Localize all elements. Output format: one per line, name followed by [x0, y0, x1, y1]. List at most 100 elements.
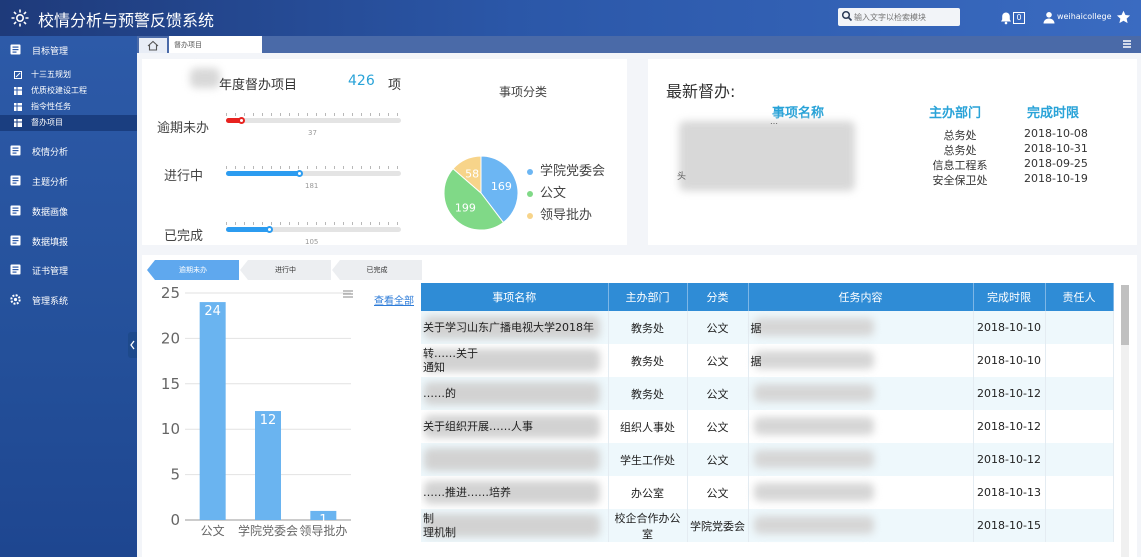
sidebar: 目标管理 十三五规划 优质校建设工程 指令性任务 督办项目 校情分析 主题分析 … — [0, 36, 137, 557]
latest-supervision-panel: 最新督办: 事项名称 主办部门 完成时限 … 头 总务处 2018-10-08 … — [648, 59, 1137, 245]
y-tick-label: 5 — [170, 466, 180, 484]
latest-name-fragment: … — [770, 117, 778, 126]
legend-item[interactable]: 学院党委会 — [527, 160, 605, 179]
sidebar-item-system-management[interactable]: 管理系统 — [0, 289, 137, 311]
row-category: 学院党委会 — [687, 509, 749, 542]
row-name-top: 关于学习山东广播电视大学2018年 — [423, 320, 594, 334]
legend-dot — [527, 168, 533, 175]
done-slider-knob[interactable] — [265, 226, 273, 233]
user-icon[interactable] — [1043, 11, 1055, 24]
y-tick-label: 25 — [161, 284, 180, 302]
latest-row-due: 2018-10-08 — [1024, 127, 1088, 140]
overdue-slider-knob[interactable] — [237, 117, 245, 124]
sidebar-item-certificate-management[interactable]: 证书管理 — [0, 259, 137, 281]
row-name-cell[interactable]: 转……关于 通知 — [421, 344, 609, 377]
row-name-top: ……推进……培养 — [423, 485, 511, 499]
sidebar-item-target-management[interactable]: 目标管理 — [0, 39, 137, 61]
table-header-content[interactable]: 任务内容 — [748, 283, 974, 311]
row-owner — [1045, 311, 1114, 344]
row-name-cell[interactable]: ……的 — [421, 377, 609, 410]
bar[interactable] — [199, 302, 226, 520]
chart-menu-icon[interactable] — [342, 289, 354, 299]
table-header-owner[interactable]: 责任人 — [1045, 283, 1114, 311]
star-icon[interactable] — [1116, 10, 1131, 25]
table-icon — [14, 119, 22, 127]
tab-overdue[interactable]: 逾期未办 — [147, 260, 239, 280]
tab-in-progress[interactable]: 进行中 — [240, 260, 331, 280]
sidebar-subitem-13th-five-year-plan[interactable]: 十三五规划 — [0, 67, 137, 82]
sidebar-item-topic-analysis[interactable]: 主题分析 — [0, 170, 137, 192]
x-tick-label: 领导批办 — [299, 523, 347, 538]
sidebar-subitem-supervision-items[interactable]: 督办项目 — [0, 115, 137, 131]
row-content-cell — [748, 509, 974, 542]
username-label[interactable]: weihaicollege — [1057, 12, 1112, 21]
sidebar-subitem-quality-school-project[interactable]: 优质校建设工程 — [0, 83, 137, 98]
table-icon — [14, 103, 22, 111]
table-row[interactable]: 转……关于 通知 教务处 公文据 2018-10-10 — [421, 344, 1114, 377]
row-name-cell[interactable]: 关于学习山东广播电视大学2018年 — [421, 311, 609, 344]
y-tick-label: 15 — [161, 375, 180, 393]
tab-completed[interactable]: 已完成 — [332, 260, 422, 280]
scrollbar-thumb[interactable] — [1121, 285, 1129, 345]
latest-row-due: 2018-09-25 — [1024, 157, 1088, 170]
table-row[interactable]: 学生工作处 公文 2018-10-12 — [421, 443, 1114, 476]
row-dept: 组织人事处 — [608, 410, 688, 443]
supervision-table: 事项名称 主办部门 分类 任务内容 完成时限 责任人 关于学习山东广播电视大学2… — [421, 283, 1114, 542]
menu-icon[interactable] — [1122, 39, 1132, 49]
overdue-slider[interactable] — [226, 118, 401, 123]
tab-supervision-items[interactable]: 督办项目 — [169, 36, 262, 53]
legend-item[interactable]: 公文 — [527, 182, 566, 201]
table-header-dept[interactable]: 主办部门 — [608, 283, 688, 311]
sidebar-item-data-portrait[interactable]: 数据画像 — [0, 200, 137, 222]
row-name-cell[interactable]: 关于组织开展……人事 — [421, 410, 609, 443]
legend-item[interactable]: 领导批办 — [527, 204, 592, 223]
notification-count-badge[interactable]: 0 — [1013, 12, 1025, 24]
table-header-category[interactable]: 分类 — [687, 283, 749, 311]
legend-label: 领导批办 — [540, 208, 593, 223]
target-icon — [10, 44, 21, 55]
table-row[interactable]: ……的 教务处 公文 2018-10-12 — [421, 377, 1114, 410]
search-box[interactable] — [838, 8, 960, 26]
inprogress-slider-knob[interactable] — [295, 170, 303, 177]
table-scrollbar[interactable] — [1121, 285, 1129, 557]
table-row[interactable]: 制理机制 校企合作办公室 学院党委会 2018-10-15 — [421, 509, 1114, 542]
legend-label: 学院党委会 — [540, 164, 606, 179]
table-header-due[interactable]: 完成时限 — [973, 283, 1046, 311]
home-tab[interactable] — [139, 38, 167, 53]
total-unit: 项 — [388, 78, 402, 93]
sidebar-item-label: 主题分析 — [32, 178, 69, 188]
row-name-cell[interactable]: 制理机制 — [421, 509, 609, 542]
row-category: 公文 — [687, 344, 749, 377]
slider-ticks — [226, 222, 401, 225]
table-header-name[interactable]: 事项名称 — [421, 283, 609, 311]
sidebar-item-school-analysis[interactable]: 校情分析 — [0, 140, 137, 162]
sidebar-item-data-entry[interactable]: 数据填报 — [0, 230, 137, 252]
search-icon[interactable] — [841, 10, 853, 22]
category-pie-chart: 169 199 58 — [443, 155, 519, 231]
row-owner — [1045, 476, 1114, 509]
row-dept: 教务处 — [608, 311, 688, 344]
table-row[interactable]: 关于学习山东广播电视大学2018年 教务处 公文据 2018-10-10 — [421, 311, 1114, 344]
latest-row-due: 2018-10-31 — [1024, 142, 1088, 155]
bell-icon[interactable] — [999, 11, 1013, 25]
row-due: 2018-10-10 — [973, 311, 1046, 344]
sidebar-collapse-button[interactable] — [128, 332, 137, 358]
category-bar-chart: 051015202524公文12学院党委会1领导批办 — [161, 284, 351, 538]
sidebar-subitem-directive-tasks[interactable]: 指令性任务 — [0, 99, 137, 114]
table-row[interactable]: ……推进……培养 办公室 公文 2018-10-13 — [421, 476, 1114, 509]
sidebar-item-label: 证书管理 — [32, 267, 69, 277]
chart-edit-icon — [14, 71, 22, 79]
legend-dot — [527, 190, 533, 197]
certificate-icon — [10, 264, 21, 275]
table-row[interactable]: 关于组织开展……人事 组织人事处 公文 2018-10-12 — [421, 410, 1114, 443]
row-due: 2018-10-12 — [973, 410, 1046, 443]
view-all-link[interactable]: 查看全部 — [374, 292, 414, 307]
y-tick-label: 20 — [161, 329, 180, 347]
row-name-cell[interactable] — [421, 443, 609, 476]
pie-slice-label: 58 — [465, 167, 479, 180]
row-name-cell[interactable]: ……推进……培养 — [421, 476, 609, 509]
sidebar-subitem-label: 督办项目 — [31, 118, 63, 127]
search-input[interactable] — [854, 9, 958, 25]
row-name-bottom: 理机制 — [423, 525, 456, 539]
latest-name-fragment: 头 — [677, 172, 687, 182]
